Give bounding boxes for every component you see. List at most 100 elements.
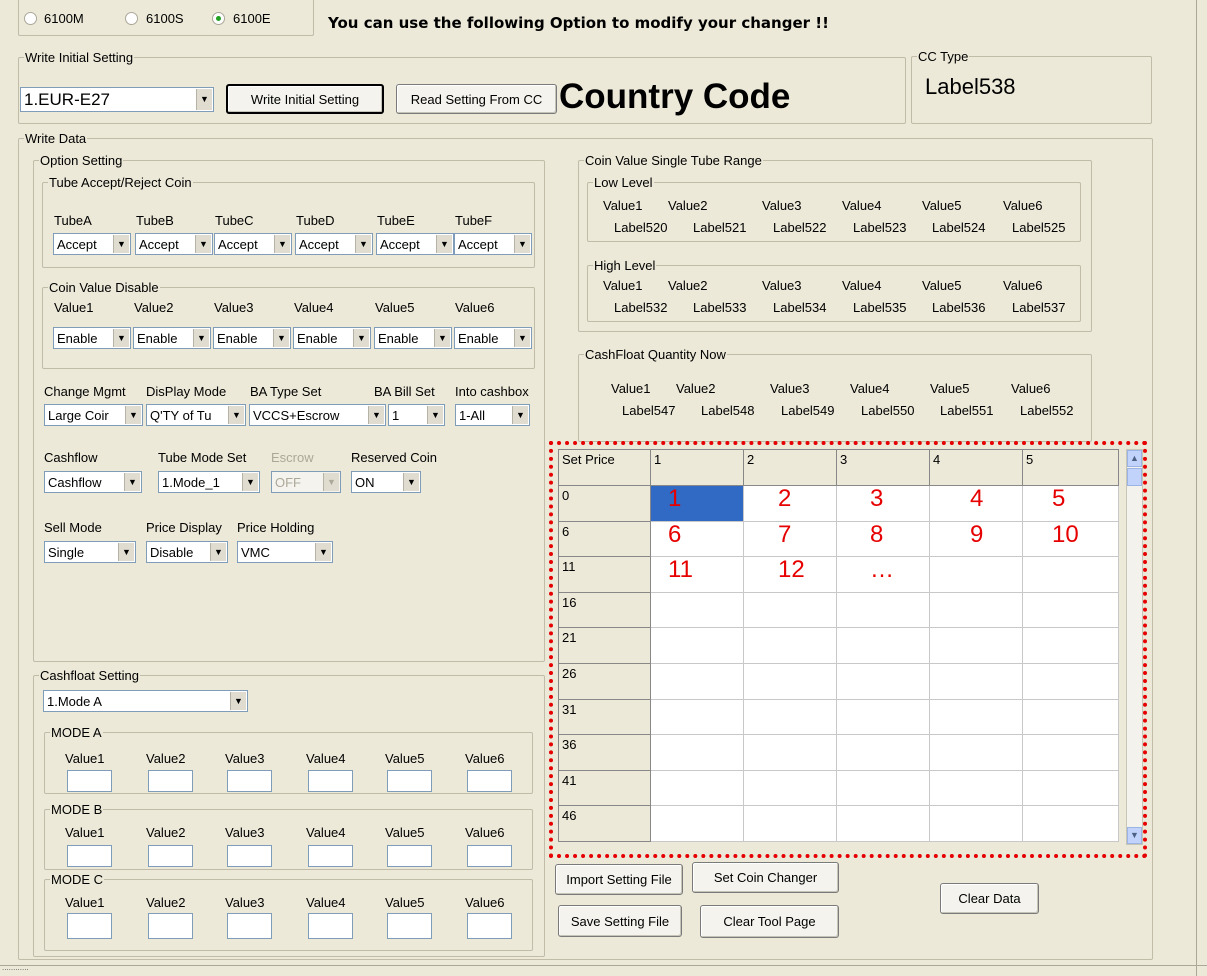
tube-accept-title: Tube Accept/Reject Coin [48, 175, 193, 190]
coin-disable-label-1: Value2 [134, 300, 174, 315]
mode-0-value-input-5[interactable] [467, 770, 512, 792]
save-setting-button[interactable]: Save Setting File [558, 905, 682, 937]
radio-6100m[interactable] [24, 12, 37, 25]
grid-annotation-number: 10 [1052, 521, 1079, 548]
mode-2-value-input-4[interactable] [387, 913, 432, 939]
price-holding-select[interactable]: VMC ▼ [237, 541, 333, 563]
mode-0-value-input-4[interactable] [387, 770, 432, 792]
mode-1-value-input-1[interactable] [148, 845, 193, 867]
ba-type-select[interactable]: VCCS+Escrow ▼ [249, 404, 386, 426]
coin-disable-select-2[interactable]: Enable ▼ [213, 327, 291, 349]
low-value-label-5: Value6 [1003, 198, 1043, 213]
chevron-down-icon: ▼ [274, 235, 290, 253]
mode-0-label-1: Value2 [146, 751, 186, 766]
low-level-label-2: Label522 [773, 220, 827, 235]
cashflow-select[interactable]: Cashflow ▼ [44, 471, 142, 493]
radio-6100e-label: 6100E [233, 11, 271, 26]
price-display-value: Disable [150, 545, 194, 560]
price-display-label: Price Display [146, 520, 222, 535]
ba-bill-value: 1 [392, 408, 400, 423]
change-mgmt-select[interactable]: Large Coir ▼ [44, 404, 143, 426]
chevron-down-icon: ▼ [273, 329, 289, 347]
ba-bill-select[interactable]: 1 ▼ [388, 404, 445, 426]
chevron-down-icon: ▼ [113, 235, 129, 253]
tube-select-3[interactable]: Accept ▼ [295, 233, 373, 255]
mode-0-value-input-0[interactable] [67, 770, 112, 792]
chevron-down-icon: ▼ [193, 329, 209, 347]
high-level-title: High Level [593, 258, 657, 273]
chevron-down-icon: ▼ [196, 89, 212, 110]
mode-2-value-input-0[interactable] [67, 913, 112, 939]
mode-1-value-input-3[interactable] [308, 845, 353, 867]
escrow-label: Escrow [271, 450, 314, 465]
coin-disable-select-0[interactable]: Enable ▼ [53, 327, 131, 349]
mode-2-value-input-2[interactable] [227, 913, 272, 939]
mode-2-label-2: Value3 [225, 895, 265, 910]
into-cashbox-label: Into cashbox [455, 384, 529, 399]
mode-1-value-input-0[interactable] [67, 845, 112, 867]
coin-disable-select-0-value: Enable [57, 331, 98, 346]
mode-2-value-input-1[interactable] [148, 913, 193, 939]
high-level-label-0: Label532 [614, 300, 668, 315]
low-value-label-1: Value2 [668, 198, 708, 213]
display-mode-select[interactable]: Q'TY of Tu ▼ [146, 404, 246, 426]
mode-1-value-input-2[interactable] [227, 845, 272, 867]
tube-select-0[interactable]: Accept ▼ [53, 233, 131, 255]
mode-1-label-2: Value3 [225, 825, 265, 840]
coin-disable-select-5[interactable]: Enable ▼ [454, 327, 532, 349]
coin-disable-select-5-value: Enable [458, 331, 499, 346]
coin-disable-select-4[interactable]: Enable ▼ [374, 327, 452, 349]
low-value-label-4: Value5 [922, 198, 962, 213]
radio-6100e[interactable] [212, 12, 225, 25]
chevron-down-icon: ▼ [195, 235, 211, 253]
mode-1-value-input-5[interactable] [467, 845, 512, 867]
mode-2-value-input-5[interactable] [467, 913, 512, 939]
price-holding-label: Price Holding [237, 520, 315, 535]
clear-data-button[interactable]: Clear Data [940, 883, 1039, 914]
tube-select-5[interactable]: Accept ▼ [454, 233, 532, 255]
tube-select-2-value: Accept [218, 237, 258, 252]
import-setting-button[interactable]: Import Setting File [555, 864, 683, 895]
tube-label-0: TubeA [54, 213, 92, 228]
grid-annotation-number: 7 [778, 521, 792, 548]
high-value-label-2: Value3 [762, 278, 802, 293]
cashfloat-now-label-0: Label547 [622, 403, 676, 418]
price-display-select[interactable]: Disable ▼ [146, 541, 228, 563]
reserved-coin-value: ON [355, 475, 375, 490]
coin-disable-select-2-value: Enable [217, 331, 258, 346]
country-select[interactable]: 1.EUR-E27 ▼ [20, 87, 214, 112]
option-setting-title: Option Setting [39, 153, 124, 168]
grid-annotation-number: … [870, 556, 894, 583]
clear-tool-page-button[interactable]: Clear Tool Page [700, 905, 839, 938]
coin-disable-select-3[interactable]: Enable ▼ [293, 327, 371, 349]
coin-disable-select-1[interactable]: Enable ▼ [133, 327, 211, 349]
into-cashbox-select[interactable]: 1-All ▼ [455, 404, 530, 426]
mode-0-value-input-2[interactable] [227, 770, 272, 792]
low-level-title: Low Level [593, 175, 654, 190]
tube-select-4[interactable]: Accept ▼ [376, 233, 454, 255]
low-value-label-0: Value1 [603, 198, 643, 213]
tube-mode-select[interactable]: 1.Mode_1 ▼ [158, 471, 260, 493]
reserved-coin-select[interactable]: ON ▼ [351, 471, 421, 493]
radio-6100s[interactable] [125, 12, 138, 25]
sell-mode-select[interactable]: Single ▼ [44, 541, 136, 563]
mode-0-value-input-1[interactable] [148, 770, 193, 792]
coin-disable-label-4: Value5 [375, 300, 415, 315]
change-mgmt-label: Change Mgmt [44, 384, 126, 399]
set-coin-changer-button[interactable]: Set Coin Changer [692, 862, 839, 893]
tube-select-1[interactable]: Accept ▼ [135, 233, 213, 255]
cashfloat-mode-select[interactable]: 1.Mode A ▼ [43, 690, 248, 712]
grid-annotation-number: 1 [668, 485, 682, 512]
mode-2-value-input-3[interactable] [308, 913, 353, 939]
chevron-down-icon: ▼ [434, 329, 450, 347]
high-value-label-4: Value5 [922, 278, 962, 293]
cashfloat-now-value-label-5: Value6 [1011, 381, 1051, 396]
mode-1-value-input-4[interactable] [387, 845, 432, 867]
sell-mode-label: Sell Mode [44, 520, 102, 535]
low-level-label-4: Label524 [932, 220, 986, 235]
mode-0-value-input-3[interactable] [308, 770, 353, 792]
write-initial-button[interactable]: Write Initial Setting [226, 84, 384, 114]
escrow-select[interactable]: OFF ▼ [271, 471, 341, 493]
tube-select-2[interactable]: Accept ▼ [214, 233, 292, 255]
read-setting-button[interactable]: Read Setting From CC [396, 84, 557, 114]
